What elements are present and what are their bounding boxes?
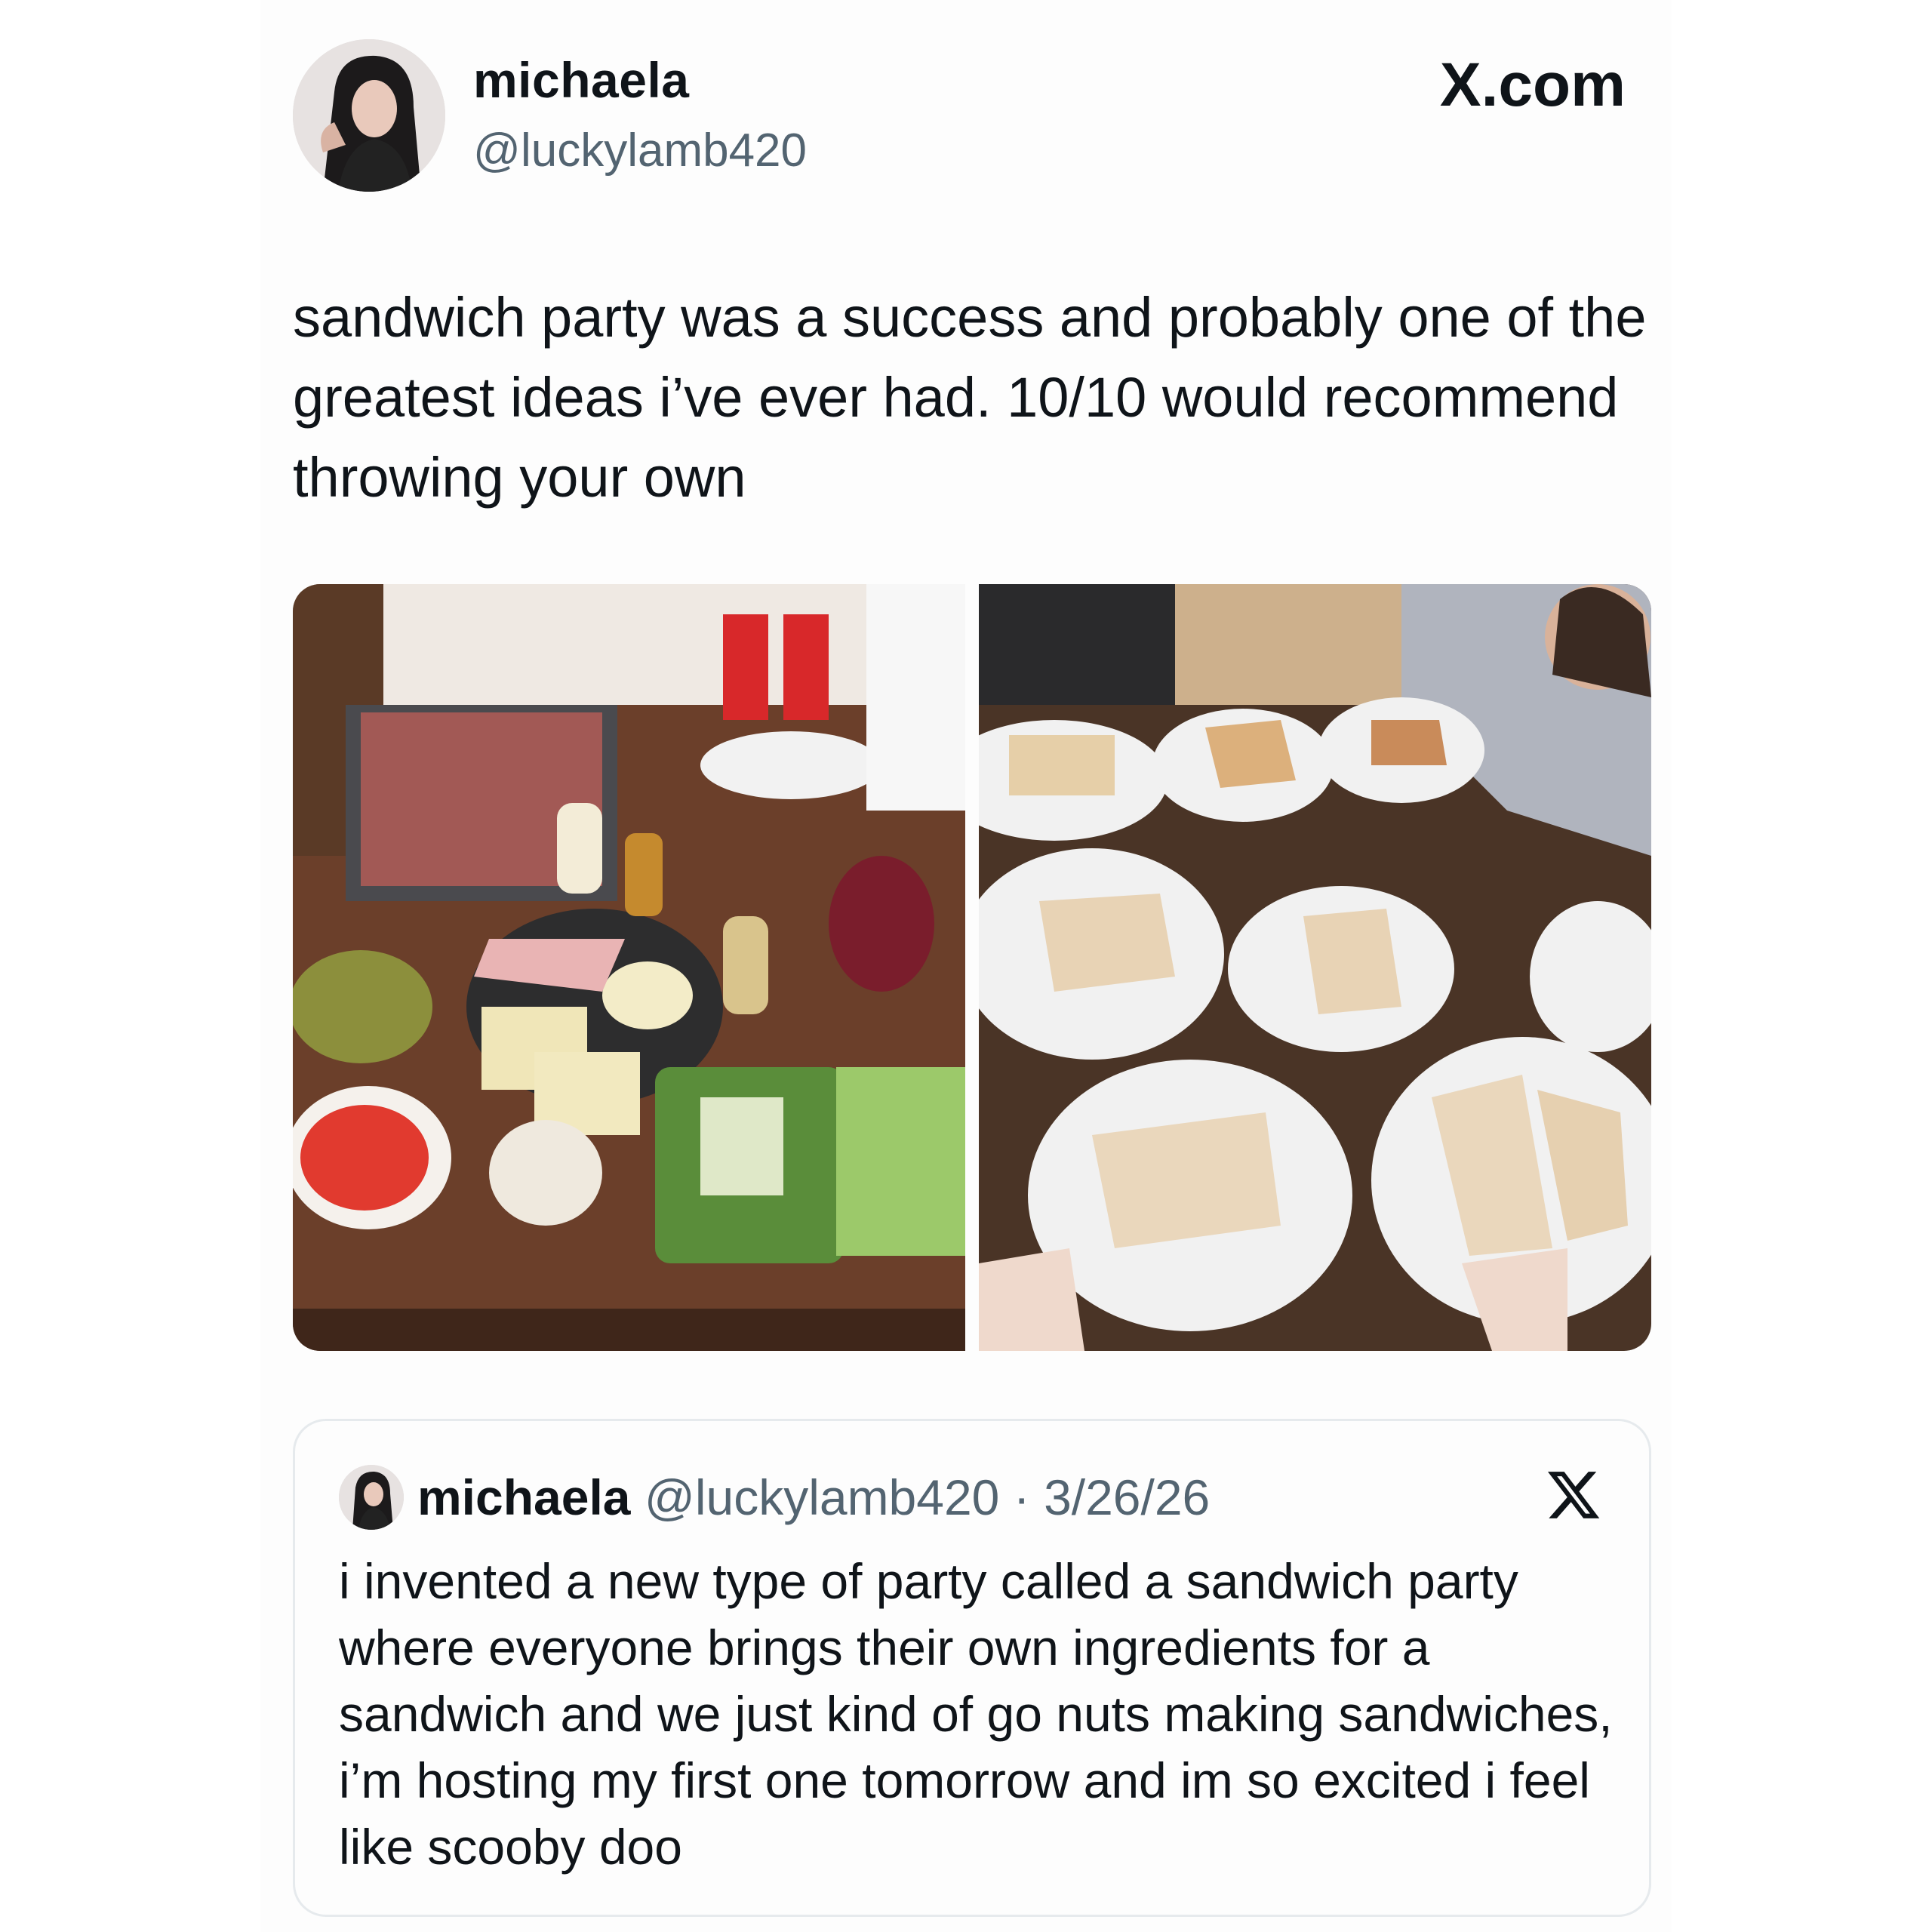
photo-sandwich-ingredients[interactable] (293, 584, 965, 1351)
header-separator: · (1013, 1469, 1030, 1525)
quoted-post-text: i invented a new type of party called a … (339, 1553, 1613, 1875)
sandwich-plates-image (979, 584, 1651, 1351)
author-display-name[interactable]: michaela (473, 51, 690, 109)
photo-sandwiches-on-plates[interactable] (979, 584, 1651, 1351)
quoted-display-name[interactable]: michaela (417, 1469, 631, 1525)
quoted-post-card[interactable]: michaela @luckylamb420 · 3/26/26 i inven… (293, 1419, 1651, 1917)
author-avatar[interactable] (293, 39, 445, 192)
quoted-avatar-photo (339, 1465, 404, 1530)
quoted-handle[interactable]: @luckylamb420 (645, 1469, 1000, 1525)
media-grid (293, 584, 1651, 1351)
brand-watermark: X.com (1439, 51, 1626, 119)
x-logo-icon (1547, 1472, 1600, 1518)
ingredients-table-image (293, 584, 965, 1351)
quoted-post-header: michaela @luckylamb420 · 3/26/26 (417, 1465, 1210, 1530)
post-text: sandwich party was a success and probabl… (293, 286, 1647, 509)
quoted-author-avatar[interactable] (339, 1465, 404, 1530)
avatar-photo (293, 39, 445, 192)
author-handle[interactable]: @luckylamb420 (473, 124, 807, 177)
quoted-post-date[interactable]: 3/26/26 (1044, 1469, 1210, 1525)
